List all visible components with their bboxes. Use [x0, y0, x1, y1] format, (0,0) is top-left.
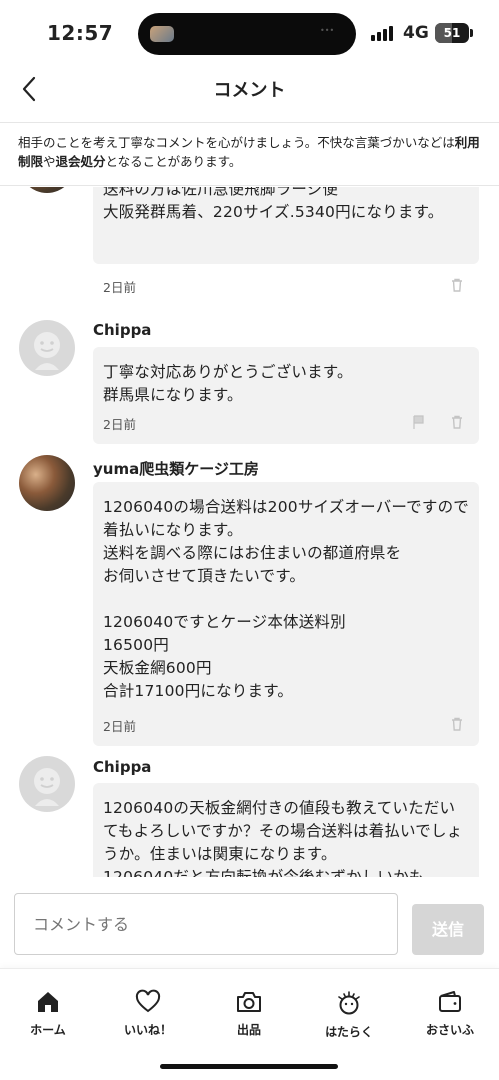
comment-text: ありがとうございます。 送料の方は佐川急便飛脚ラージ便 大阪発群馬着、220サイ… [103, 187, 444, 221]
comment-text: 1206040の天板金網付きの値段も教えていただいてもよろしいですか？その場合送… [103, 799, 463, 877]
tab-label: 出品 [236, 1023, 261, 1037]
tab-home[interactable]: ホーム [8, 989, 88, 1038]
work-icon [338, 991, 360, 1015]
avatar[interactable] [19, 756, 75, 812]
comment-time: 2日前 [103, 280, 136, 295]
heart-icon [135, 989, 161, 1013]
report-flag-icon[interactable] [411, 414, 427, 430]
notice-text: となることがあります。 [105, 154, 242, 169]
comment-input-bar: 送信 [0, 893, 499, 959]
comment-text: 丁寧な対応ありがとうございます。 群馬県になります。 [103, 363, 353, 404]
status-bar: 12:57 4G 51 [0, 0, 499, 64]
avatar[interactable] [19, 187, 75, 193]
comment-input[interactable] [14, 893, 398, 955]
tab-likes[interactable]: いいね！ [108, 989, 188, 1038]
camera-icon [237, 992, 261, 1012]
navigation-header: コメント [0, 64, 499, 114]
tab-work[interactable]: はたらく [309, 989, 389, 1040]
notice-text: 相手のことを考え丁寧なコメントを心がけましょう。不快な言葉づかいなどは [18, 135, 455, 150]
comment-time: 2日前 [103, 719, 136, 734]
dynamic-island [138, 13, 356, 55]
comment-bubble: 丁寧な対応ありがとうございます。 群馬県になります。 2日前 [93, 347, 479, 444]
battery-level: 51 [443, 26, 461, 40]
trash-icon[interactable] [449, 716, 465, 732]
comment-bubble: 1206040の天板金網付きの値段も教えていただいてもよろしいですか？その場合送… [93, 783, 479, 877]
battery-tip [470, 29, 473, 37]
tab-label: ホーム [30, 1023, 66, 1037]
trash-icon[interactable] [449, 277, 465, 293]
tab-label: おさいふ [425, 1023, 474, 1037]
battery-icon: 51 [435, 23, 469, 43]
avatar[interactable] [19, 320, 75, 376]
notice-text: や [43, 154, 56, 169]
media-thumbnail-icon [150, 26, 174, 42]
avatar[interactable] [19, 455, 75, 511]
comment-time: 2日前 [103, 417, 136, 432]
commenter-name[interactable]: Chippa [93, 321, 151, 339]
comment-bubble: 1206040の場合送料は200サイズオーバーですので着払いになります。 送料を… [93, 482, 479, 746]
comment-text: 1206040の場合送料は200サイズオーバーですので着払いになります。 送料を… [103, 498, 469, 700]
commenter-name[interactable]: Chippa [93, 758, 151, 776]
tab-sell[interactable]: 出品 [209, 989, 289, 1038]
default-avatar-icon [34, 768, 60, 806]
default-avatar-icon [34, 332, 60, 370]
page-title: コメント [213, 80, 286, 101]
island-dots-icon [320, 26, 334, 36]
send-button[interactable]: 送信 [412, 904, 484, 955]
commenter-name[interactable]: yuma爬虫類ケージ工房 [93, 458, 259, 479]
home-indicator [160, 1064, 338, 1069]
notice-withdrawal: 退会処分 [55, 154, 106, 169]
tab-label: いいね！ [123, 1023, 172, 1037]
comment-list[interactable]: ありがとうございます。 送料の方は佐川急便飛脚ラージ便 大阪発群馬着、220サイ… [0, 187, 499, 877]
network-type: 4G [403, 23, 429, 43]
status-time: 12:57 [47, 21, 114, 45]
home-icon [38, 992, 58, 1012]
comment-bubble: ありがとうございます。 送料の方は佐川急便飛脚ラージ便 大阪発群馬着、220サイ… [93, 187, 479, 264]
signal-icon [371, 26, 393, 41]
tab-wallet[interactable]: おさいふ [410, 989, 490, 1038]
trash-icon[interactable] [449, 414, 465, 430]
wallet-icon [439, 991, 461, 1012]
comment-guideline-notice: 相手のことを考え丁寧なコメントを心がけましょう。不快な言葉づかいなどは利用制限や… [0, 122, 499, 186]
tab-label: はたらく [325, 1025, 373, 1039]
